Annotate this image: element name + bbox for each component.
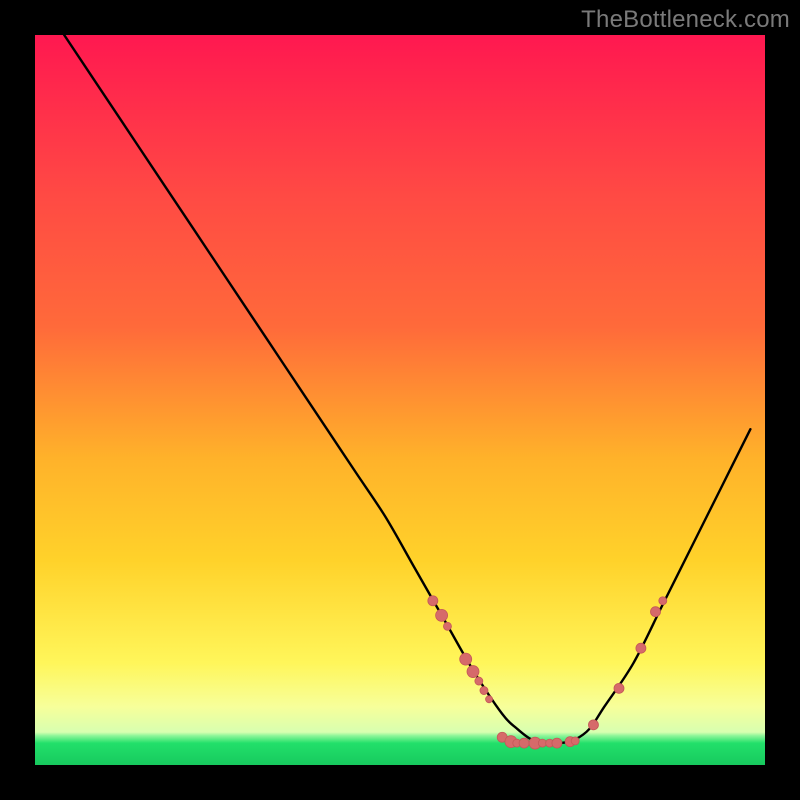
- data-marker: [614, 683, 624, 693]
- data-marker: [443, 622, 451, 630]
- gradient-bg: [35, 35, 765, 765]
- data-marker: [428, 596, 438, 606]
- chart-svg: [35, 35, 765, 765]
- plot-area: [35, 35, 765, 765]
- data-marker: [475, 677, 483, 685]
- chart-frame: TheBottleneck.com: [0, 0, 800, 800]
- data-marker: [467, 666, 479, 678]
- data-marker: [659, 597, 667, 605]
- data-marker: [651, 607, 661, 617]
- watermark-text: TheBottleneck.com: [581, 6, 790, 34]
- data-marker: [588, 720, 598, 730]
- data-marker: [480, 687, 488, 695]
- data-marker: [519, 738, 529, 748]
- data-marker: [552, 738, 562, 748]
- data-marker: [460, 653, 472, 665]
- data-marker: [436, 609, 448, 621]
- data-marker: [636, 643, 646, 653]
- data-marker: [571, 737, 579, 745]
- data-marker: [538, 739, 546, 747]
- data-marker: [486, 696, 493, 703]
